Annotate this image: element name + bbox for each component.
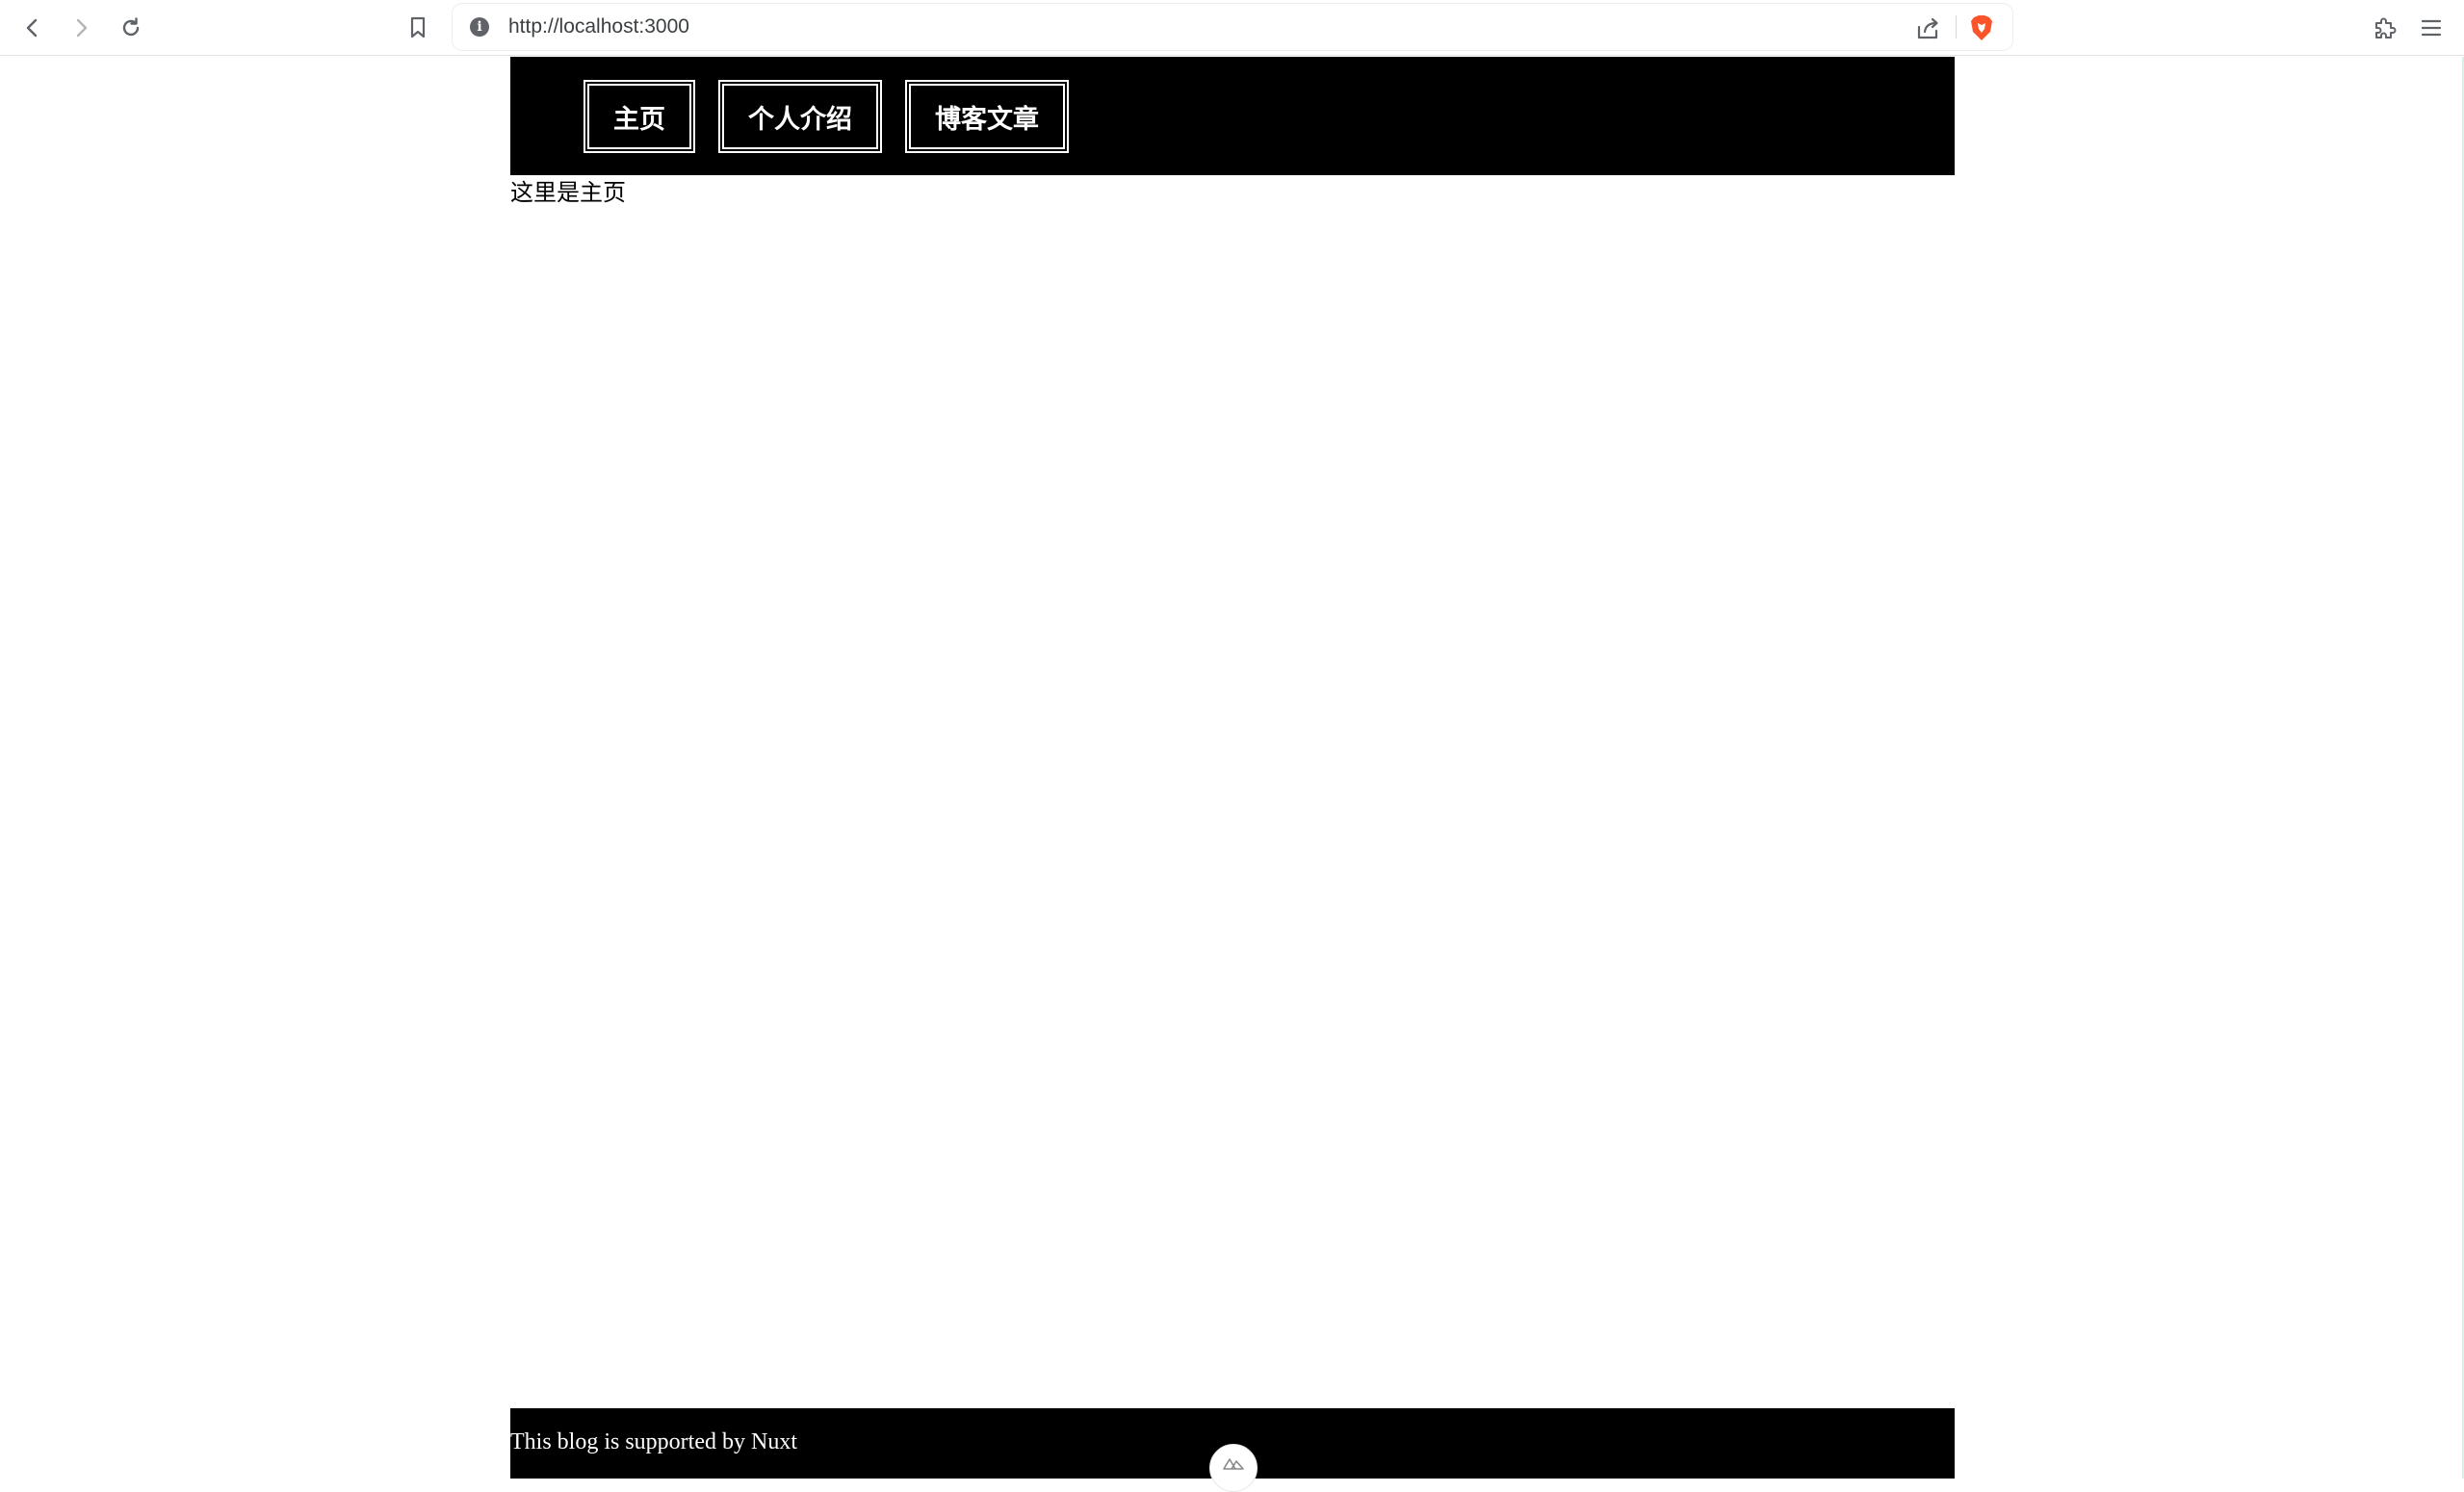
info-icon[interactable]: i <box>470 17 489 37</box>
nav-home-button[interactable]: 主页 <box>584 80 695 153</box>
extensions-button[interactable] <box>2365 9 2403 47</box>
back-button[interactable] <box>13 9 52 47</box>
hamburger-menu-icon <box>2421 19 2442 37</box>
site-header: 主页 个人介绍 博客文章 <box>510 57 1955 175</box>
puzzle-icon <box>2375 17 2397 39</box>
url-text[interactable]: http://localhost:3000 <box>508 4 689 50</box>
brave-shields-button[interactable] <box>1966 13 1997 43</box>
forward-button[interactable] <box>62 9 100 47</box>
nav-about-button[interactable]: 个人介绍 <box>718 80 882 153</box>
menu-button[interactable] <box>2412 9 2451 47</box>
reload-button[interactable] <box>112 9 150 47</box>
page-content-text: 这里是主页 <box>510 179 626 206</box>
bookmark-button[interactable] <box>399 9 437 47</box>
nav-blog-button[interactable]: 博客文章 <box>905 80 1069 153</box>
share-icon <box>1917 17 1938 39</box>
bookmark-icon <box>410 16 426 39</box>
arrow-left-icon <box>26 18 38 38</box>
footer-text: This blog is supported by Nuxt <box>510 1429 797 1454</box>
arrow-right-icon <box>76 18 88 38</box>
nuxt-logo-icon <box>1223 1458 1244 1470</box>
brave-lion-icon <box>1971 15 1992 40</box>
browser-toolbar: i http://localhost:3000 <box>0 0 2464 56</box>
address-bar-divider <box>1956 15 1957 39</box>
share-button[interactable] <box>1913 13 1944 43</box>
address-bar[interactable]: i http://localhost:3000 <box>453 4 2012 50</box>
nuxt-devtools-button[interactable] <box>1209 1444 1258 1492</box>
reload-icon <box>122 17 140 37</box>
